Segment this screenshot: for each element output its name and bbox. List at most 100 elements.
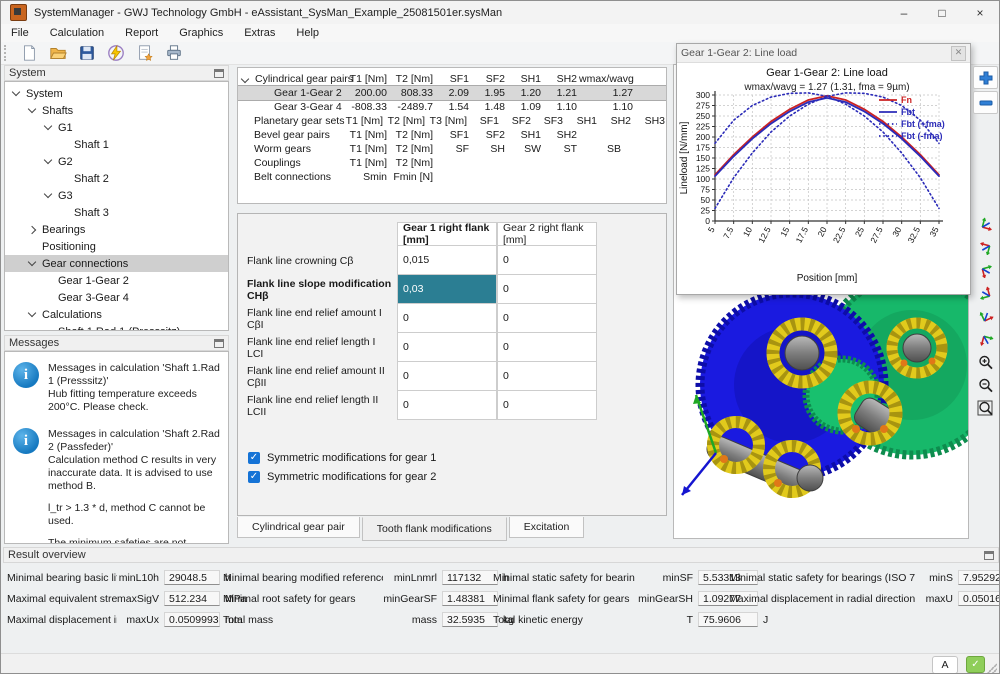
float-panel-icon[interactable] <box>214 68 224 78</box>
tree-item-shafts[interactable]: Shafts <box>5 102 228 119</box>
flank-cell-gear2[interactable]: 0 <box>497 362 597 391</box>
gear-group-row-worm-gears[interactable]: Worm gears T1 [Nm] T2 [Nm] SF SH SW ST SB <box>238 142 666 156</box>
expander-down-icon[interactable] <box>43 155 53 165</box>
axis-view-back-icon[interactable] <box>974 329 997 350</box>
gear-cell[interactable]: 1.09 <box>507 101 543 113</box>
flank-cell-gear1[interactable]: 0,03 <box>397 275 497 304</box>
gear-data-row-gear-3-gear-4[interactable]: Gear 3-Gear 4 -808.33 -2489.7 1.54 1.48 1.09 1… <box>238 100 666 114</box>
axis-view-front-icon[interactable] <box>974 260 997 281</box>
flank-cell-gear1[interactable]: 0 <box>397 362 497 391</box>
checkbox-row[interactable]: ✓ Symmetric modifications for gear 2 <box>248 471 436 483</box>
tree-item-shaft-3[interactable]: Shaft 3 <box>5 204 228 221</box>
print-icon[interactable] <box>161 43 187 63</box>
open-file-icon[interactable] <box>45 43 71 63</box>
tree-item-positioning[interactable]: Positioning <box>5 238 228 255</box>
menu-item-graphics[interactable]: Graphics <box>179 27 223 39</box>
gear-cell[interactable]: -808.33 <box>343 101 389 113</box>
tree-item-gear-1-gear-2[interactable]: Gear 1-Gear 2 <box>5 272 228 289</box>
gear-data-row-gear-1-gear-2[interactable]: Gear 1-Gear 2 200.00 808.33 2.09 1.95 1.20 1.2… <box>238 85 666 101</box>
flank-cell-gear2[interactable]: 0 <box>497 246 597 275</box>
gear-cell[interactable]: 1.21 <box>543 87 579 99</box>
report-icon[interactable] <box>132 43 158 63</box>
gear-cell[interactable]: 200.00 <box>343 87 389 99</box>
expander-down-icon[interactable] <box>27 104 37 114</box>
maximize-button[interactable]: □ <box>923 2 961 24</box>
axis-view-side-icon[interactable] <box>974 283 997 304</box>
calculate-lightning-icon[interactable] <box>103 43 129 63</box>
tree-item-gear-connections[interactable]: Gear connections <box>5 255 228 272</box>
axis-view-iso2-icon[interactable] <box>974 237 997 258</box>
axis-view-iso1-icon[interactable] <box>974 214 997 235</box>
tree-item-g1[interactable]: G1 <box>5 119 228 136</box>
new-file-icon[interactable] <box>16 43 42 63</box>
checkbox-checked-icon[interactable]: ✓ <box>248 452 260 464</box>
gear-cell[interactable]: 1.95 <box>471 87 507 99</box>
zoom-out-icon[interactable] <box>974 375 997 396</box>
expander-down-icon[interactable] <box>11 87 21 97</box>
flank-cell-gear1[interactable]: 0 <box>397 391 497 420</box>
checkbox-label: Symmetric modifications for gear 1 <box>267 452 437 464</box>
expander-down-icon[interactable] <box>43 189 53 199</box>
gear-group-row-planetary-gear-sets[interactable]: Planetary gear sets T1 [Nm] T2 [Nm] T3 [Nm]… <box>238 114 666 128</box>
chart-window-titlebar[interactable]: Gear 1-Gear 2: Line load ✕ <box>677 44 970 63</box>
expander-down-icon[interactable] <box>240 74 250 84</box>
tree-item-g3[interactable]: G3 <box>5 187 228 204</box>
flank-cell-gear2[interactable]: 0 <box>497 304 597 333</box>
menu-item-calculation[interactable]: Calculation <box>50 27 104 39</box>
axis-view-top-icon[interactable] <box>974 306 997 327</box>
flank-cell-gear2[interactable]: 0 <box>497 333 597 362</box>
tree-item-shaft-2[interactable]: Shaft 2 <box>5 170 228 187</box>
flank-cell-gear2[interactable]: 0 <box>497 275 597 304</box>
flank-cell-gear1[interactable]: 0 <box>397 304 497 333</box>
menu-item-help[interactable]: Help <box>296 27 319 39</box>
flank-cell-gear2[interactable]: 0 <box>497 391 597 420</box>
expander-down-icon[interactable] <box>43 121 53 131</box>
chart-close-icon[interactable]: ✕ <box>951 45 966 61</box>
add-view-icon[interactable] <box>973 66 998 89</box>
gear-group-row-bevel-gear-pairs[interactable]: Bevel gear pairs T1 [Nm] T2 [Nm] SF1 SF2 SH1 S… <box>238 128 666 142</box>
float-panel-icon[interactable] <box>214 338 224 348</box>
tree-item-shaft-1[interactable]: Shaft 1 <box>5 136 228 153</box>
save-icon[interactable] <box>74 43 100 63</box>
gear-cell[interactable]: -2489.7 <box>389 101 435 113</box>
expander-down-icon[interactable] <box>27 308 37 318</box>
tree-item-system[interactable]: System <box>5 85 228 102</box>
flank-cell-gear1[interactable]: 0 <box>397 333 497 362</box>
tab-cylindrical-gear-pair[interactable]: Cylindrical gear pair <box>237 517 360 538</box>
gear-group-row-belt-connections[interactable]: Belt connections Smin Fmin [N] <box>238 170 666 184</box>
checkbox-row[interactable]: ✓ Symmetric modifications for gear 1 <box>248 452 436 464</box>
expander-right-icon[interactable] <box>27 225 37 234</box>
resize-grip[interactable] <box>987 663 997 673</box>
expander-down-icon[interactable] <box>27 257 37 267</box>
tab-tooth-flank-modifications[interactable]: Tooth flank modifications <box>361 517 507 541</box>
menu-item-file[interactable]: File <box>11 27 29 39</box>
gear-cell[interactable]: 1.48 <box>471 101 507 113</box>
gear-cell[interactable]: 1.27 <box>579 87 635 99</box>
gear-cell[interactable]: 1.10 <box>543 101 579 113</box>
gear-cell[interactable]: 1.20 <box>507 87 543 99</box>
minimize-button[interactable]: – <box>885 2 923 24</box>
tree-item-g2[interactable]: G2 <box>5 153 228 170</box>
remove-view-icon[interactable] <box>973 91 998 114</box>
float-panel-icon[interactable] <box>984 550 994 560</box>
status-ok-icon[interactable]: ✓ <box>966 656 985 673</box>
menu-item-report[interactable]: Report <box>125 27 158 39</box>
tree-item-calculations[interactable]: Calculations <box>5 306 228 323</box>
zoom-in-icon[interactable] <box>974 352 997 373</box>
tree-item-gear-3-gear-4[interactable]: Gear 3-Gear 4 <box>5 289 228 306</box>
checkbox-checked-icon[interactable]: ✓ <box>248 471 260 483</box>
font-size-button[interactable]: A <box>932 655 958 673</box>
menu-item-extras[interactable]: Extras <box>244 27 275 39</box>
flank-cell-gear1[interactable]: 0,015 <box>397 246 497 275</box>
gear-cell[interactable]: 1.54 <box>435 101 471 113</box>
zoom-fit-icon[interactable] <box>974 398 997 419</box>
tree-item-bearings[interactable]: Bearings <box>5 221 228 238</box>
close-button[interactable]: × <box>961 2 999 24</box>
gear-cell[interactable]: 2.09 <box>435 87 471 99</box>
gear-group-row-couplings[interactable]: Couplings T1 [Nm] T2 [Nm] <box>238 156 666 170</box>
gear-cell[interactable]: 808.33 <box>389 87 435 99</box>
gear-cell[interactable]: 1.10 <box>579 101 635 113</box>
tree-item-shaft-1-rad-1-presssitz-[interactable]: Shaft 1.Rad 1 (Presssitz) <box>5 323 228 331</box>
tab-excitation[interactable]: Excitation <box>508 517 585 538</box>
gear-group-row-cylindrical-gear-pairs[interactable]: Cylindrical gear pairs T1 [Nm] T2 [Nm] SF1 S… <box>238 72 666 86</box>
